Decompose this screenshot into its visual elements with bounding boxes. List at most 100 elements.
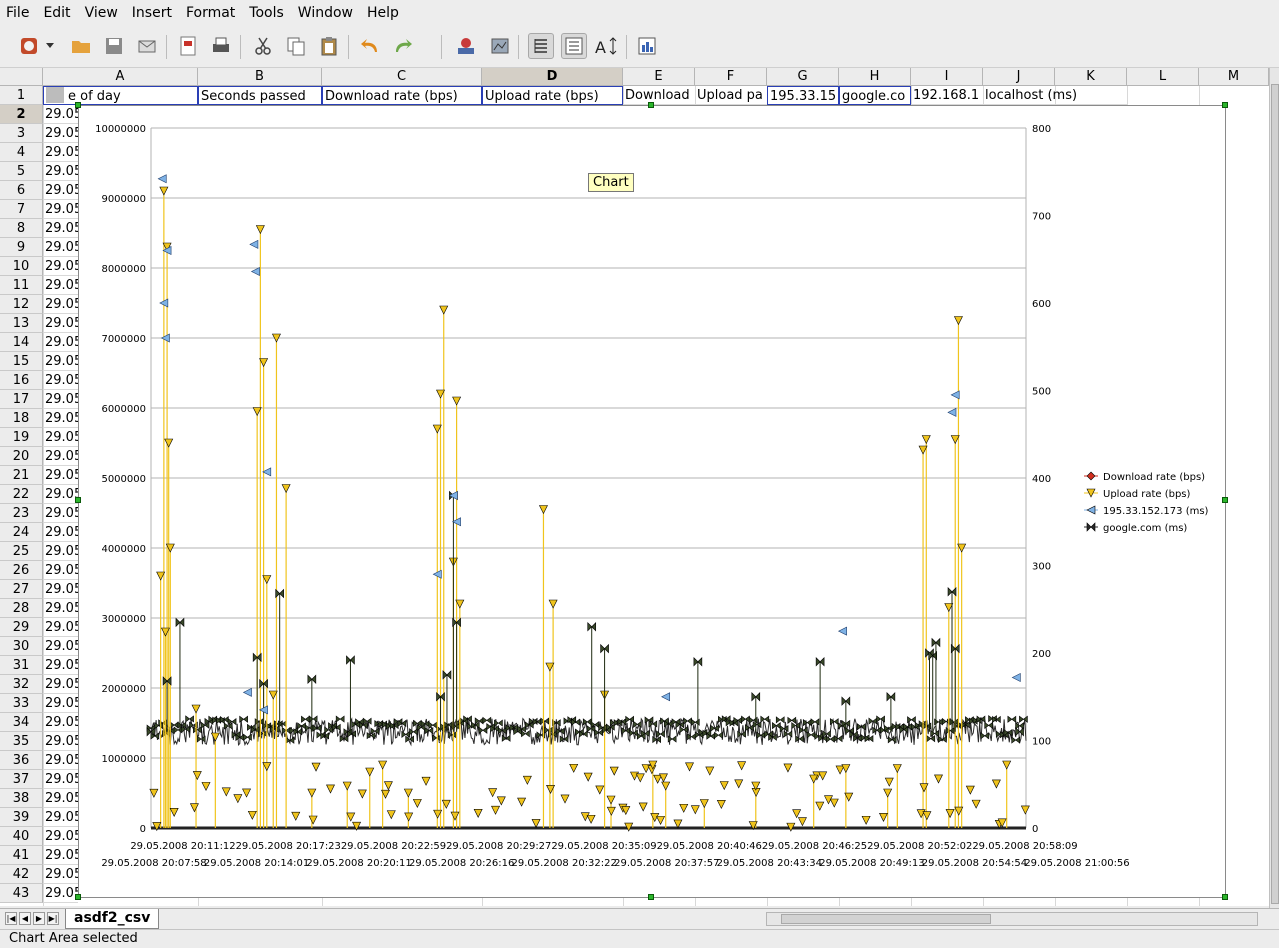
cell-a-5[interactable]: 29.05: [43, 162, 78, 181]
row-header-22[interactable]: 22: [0, 485, 43, 504]
header-cell-c[interactable]: Download rate (bps): [322, 86, 482, 105]
cell-a-25[interactable]: 29.05: [43, 542, 78, 561]
cell-a-33[interactable]: 29.05: [43, 694, 78, 713]
row-header-1[interactable]: 1: [0, 86, 43, 105]
cell-a-34[interactable]: 29.05: [43, 713, 78, 732]
column-header-h[interactable]: H: [839, 68, 911, 86]
paste-icon[interactable]: [316, 33, 342, 59]
sheet-tab[interactable]: asdf2_csv: [65, 909, 160, 929]
selection-handle[interactable]: [648, 894, 654, 900]
cell-a-28[interactable]: 29.05: [43, 599, 78, 618]
column-header-g[interactable]: G: [767, 68, 839, 86]
row-header-2[interactable]: 2: [0, 105, 43, 124]
row-header-29[interactable]: 29: [0, 618, 43, 637]
row-header-27[interactable]: 27: [0, 580, 43, 599]
header-cell-i[interactable]: 192.168.1: [911, 86, 983, 105]
row-header-14[interactable]: 14: [0, 333, 43, 352]
cell-a-18[interactable]: 29.05: [43, 409, 78, 428]
cell-a-2[interactable]: 29.05: [43, 105, 78, 124]
gallery-icon[interactable]: [487, 33, 513, 59]
row-header-28[interactable]: 28: [0, 599, 43, 618]
row-header-20[interactable]: 20: [0, 447, 43, 466]
cell-a-35[interactable]: 29.05: [43, 732, 78, 751]
cell-a-36[interactable]: 29.05: [43, 751, 78, 770]
cell-a-22[interactable]: 29.05: [43, 485, 78, 504]
cell-a-32[interactable]: 29.05: [43, 675, 78, 694]
cell-a-39[interactable]: 29.05: [43, 808, 78, 827]
insert-image-icon[interactable]: [453, 33, 479, 59]
horizontal-scrollbar[interactable]: [766, 912, 1258, 926]
row-header-6[interactable]: 6: [0, 181, 43, 200]
row-header-42[interactable]: 42: [0, 865, 43, 884]
cut-icon[interactable]: [250, 33, 276, 59]
column-header-d[interactable]: D: [482, 68, 623, 86]
mail-icon[interactable]: [134, 33, 160, 59]
column-header-j[interactable]: J: [983, 68, 1055, 86]
selection-handle[interactable]: [1222, 102, 1228, 108]
cell-a-38[interactable]: 29.05: [43, 789, 78, 808]
save-icon[interactable]: [101, 33, 127, 59]
row-header-38[interactable]: 38: [0, 789, 43, 808]
row-header-18[interactable]: 18: [0, 409, 43, 428]
cell-a-40[interactable]: 29.05: [43, 827, 78, 846]
cell-a-3[interactable]: 29.05: [43, 124, 78, 143]
header-cell-e[interactable]: Download: [623, 86, 695, 105]
data-table-icon[interactable]: [528, 33, 554, 59]
chart-type-icon[interactable]: [634, 33, 660, 59]
horizontal-scrollbar-thumb[interactable]: [781, 914, 991, 924]
cell-a-42[interactable]: 29.05: [43, 865, 78, 884]
header-cell-a[interactable]: e of day: [43, 86, 198, 105]
cell-a-19[interactable]: 29.05: [43, 428, 78, 447]
row-header-40[interactable]: 40: [0, 827, 43, 846]
cell-a-12[interactable]: 29.05: [43, 295, 78, 314]
row-header-31[interactable]: 31: [0, 656, 43, 675]
cell-a-17[interactable]: 29.05: [43, 390, 78, 409]
row-header-33[interactable]: 33: [0, 694, 43, 713]
row-header-10[interactable]: 10: [0, 257, 43, 276]
row-header-21[interactable]: 21: [0, 466, 43, 485]
cell-a-21[interactable]: 29.05: [43, 466, 78, 485]
column-header-b[interactable]: B: [198, 68, 322, 86]
header-cell-f[interactable]: Upload pa: [695, 86, 767, 105]
cell-a-9[interactable]: 29.05: [43, 238, 78, 257]
menu-edit[interactable]: Edit: [37, 5, 78, 21]
cell-a-37[interactable]: 29.05: [43, 770, 78, 789]
cell-a-31[interactable]: 29.05: [43, 656, 78, 675]
select-all-corner[interactable]: [0, 68, 43, 86]
header-cell-j[interactable]: localhost (ms): [983, 86, 1127, 105]
selection-handle[interactable]: [1222, 894, 1228, 900]
cell-a-20[interactable]: 29.05: [43, 447, 78, 466]
header-cell-d[interactable]: Upload rate (bps): [482, 86, 623, 105]
row-header-35[interactable]: 35: [0, 732, 43, 751]
new-dropdown-icon[interactable]: [44, 33, 56, 59]
data-labels-icon[interactable]: [561, 33, 587, 59]
row-header-12[interactable]: 12: [0, 295, 43, 314]
row-header-32[interactable]: 32: [0, 675, 43, 694]
row-header-36[interactable]: 36: [0, 751, 43, 770]
row-header-7[interactable]: 7: [0, 200, 43, 219]
menu-format[interactable]: Format: [180, 5, 243, 21]
cell-a-6[interactable]: 29.05: [43, 181, 78, 200]
copy-icon[interactable]: [283, 33, 309, 59]
row-header-17[interactable]: 17: [0, 390, 43, 409]
last-sheet-icon[interactable]: ▶|: [47, 912, 59, 925]
menu-tools[interactable]: Tools: [243, 5, 292, 21]
cell-a-27[interactable]: 29.05: [43, 580, 78, 599]
menu-view[interactable]: View: [79, 5, 126, 21]
row-header-16[interactable]: 16: [0, 371, 43, 390]
column-header-f[interactable]: F: [695, 68, 767, 86]
column-header-c[interactable]: C: [322, 68, 482, 86]
menu-file[interactable]: File: [0, 5, 37, 21]
column-header-k[interactable]: K: [1055, 68, 1127, 86]
column-header-m[interactable]: M: [1199, 68, 1269, 86]
cell-a-29[interactable]: 29.05: [43, 618, 78, 637]
prev-sheet-icon[interactable]: ◀: [19, 912, 31, 925]
cell-a-24[interactable]: 29.05: [43, 523, 78, 542]
row-header-24[interactable]: 24: [0, 523, 43, 542]
cell-a-16[interactable]: 29.05: [43, 371, 78, 390]
row-header-5[interactable]: 5: [0, 162, 43, 181]
header-cell-b[interactable]: Seconds passed: [198, 86, 322, 105]
row-header-9[interactable]: 9: [0, 238, 43, 257]
cell-a-30[interactable]: 29.05: [43, 637, 78, 656]
row-header-34[interactable]: 34: [0, 713, 43, 732]
